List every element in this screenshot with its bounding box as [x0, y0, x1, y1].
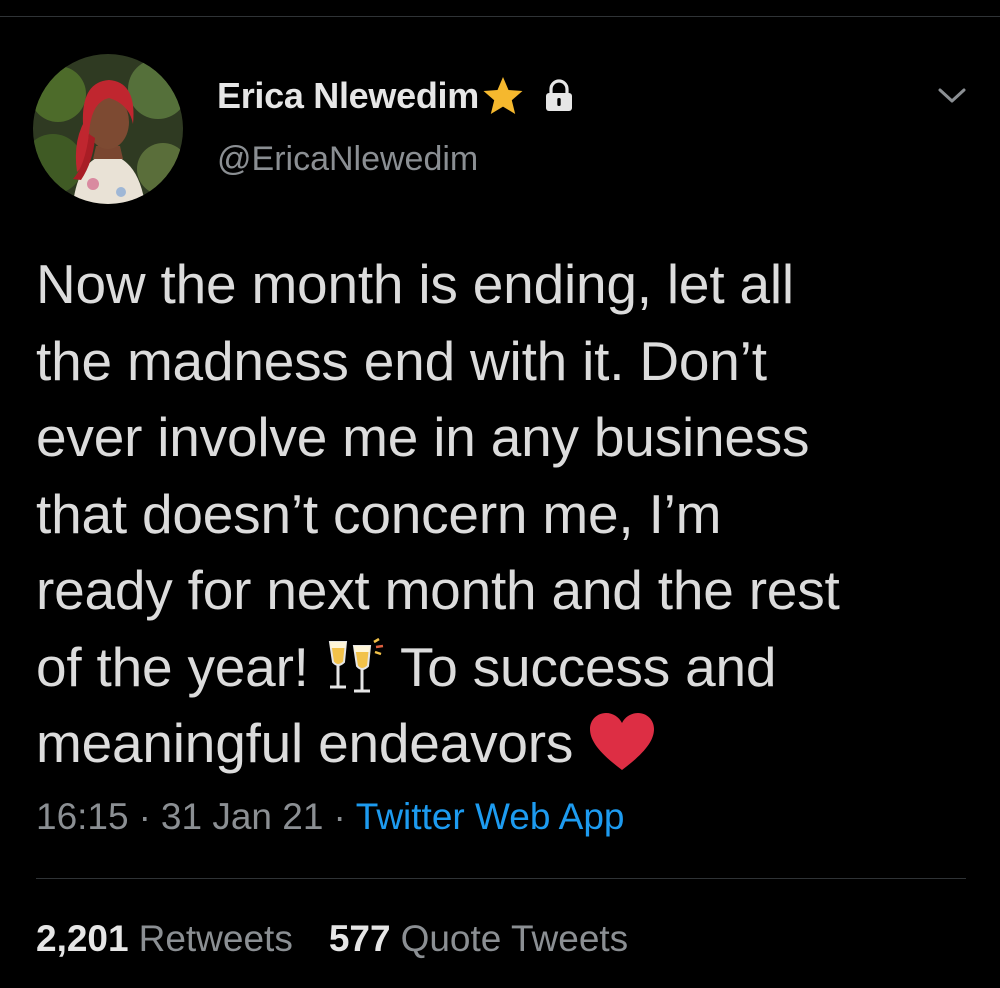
stats-divider: [36, 878, 966, 879]
avatar[interactable]: [33, 54, 183, 204]
tweet-line: that doesn’t concern me, I’m: [36, 482, 722, 545]
tweet-line: ever involve me in any business: [36, 406, 810, 468]
tweet-line: Now the month is ending, let all: [36, 253, 794, 315]
tweet-meta: 16:15 · 31 Jan 21 · Twitter Web App: [36, 796, 625, 838]
meta-separator: ·: [333, 796, 346, 837]
tweet-time[interactable]: 16:15: [36, 796, 129, 838]
quote-tweets-label: Quote Tweets: [400, 918, 629, 959]
quote-tweets-stat[interactable]: 577 Quote Tweets: [329, 918, 628, 960]
retweets-label: Retweets: [138, 918, 293, 959]
author-handle[interactable]: @EricaNlewedim: [217, 140, 478, 179]
tweet-stats: 2,201 Retweets 577 Quote Tweets: [36, 918, 628, 960]
retweets-count: 2,201: [36, 918, 129, 959]
tweet-line: ready for next month and the rest: [36, 559, 840, 621]
clinking-glasses-icon: [324, 637, 386, 716]
tweet-date[interactable]: 31 Jan 21: [161, 796, 324, 838]
author-name-row: Erica Nlewedim: [217, 72, 575, 120]
red-heart-icon: [588, 712, 656, 792]
tweet-source-link[interactable]: Twitter Web App: [356, 796, 625, 838]
tweet-line: the madness end with it. Don’t: [36, 329, 767, 392]
tweet-line-text: To success and: [399, 635, 777, 698]
meta-separator: ·: [138, 796, 151, 837]
top-divider: [0, 16, 1000, 17]
lock-icon: [543, 79, 575, 113]
quote-tweets-count: 577: [328, 918, 391, 959]
retweets-stat[interactable]: 2,201 Retweets: [36, 918, 293, 960]
chevron-down-icon[interactable]: [930, 78, 974, 114]
tweet-line-text: meaningful endeavors: [36, 712, 574, 774]
tweet-line-with-emoji: of the year! To success and: [36, 629, 976, 706]
star-icon: [481, 75, 525, 117]
tweet-line-text: of the year!: [36, 635, 309, 698]
tweet-line-with-emoji: meaningful endeavors: [36, 705, 976, 782]
avatar-photo: [33, 54, 183, 204]
tweet-text: Now the month is ending, let all the mad…: [36, 246, 976, 782]
author-display-name[interactable]: Erica Nlewedim: [217, 75, 479, 117]
